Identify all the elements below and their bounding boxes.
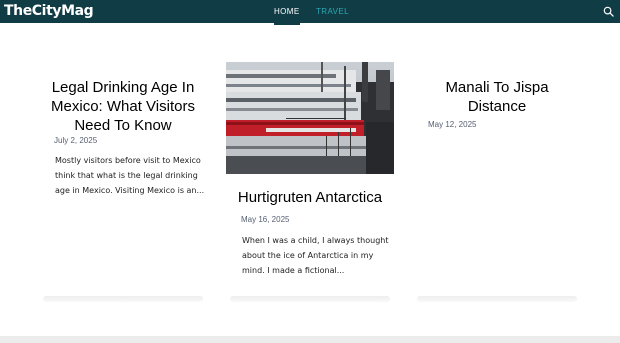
ship-image [226, 62, 394, 174]
post-date: July 2, 2025 [54, 136, 98, 145]
post-date: May 12, 2025 [428, 120, 477, 129]
search-icon[interactable] [603, 6, 614, 17]
post-excerpt: When I was a child, I always thought abo… [242, 236, 389, 275]
card-shadow [43, 296, 203, 302]
post-date: May 16, 2025 [241, 215, 290, 224]
card-shadow [230, 296, 390, 302]
post-excerpt: Mostly visitors before visit to Mexico t… [55, 156, 205, 195]
nav-home[interactable]: HOME [274, 0, 300, 25]
footer-strip [0, 336, 620, 343]
post-title[interactable]: Manali To Jispa Distance [421, 78, 573, 116]
site-header: TheCityMag HOME TRAVEL [0, 0, 620, 25]
post-title[interactable]: Hurtigruten Antarctica [226, 188, 394, 207]
post-thumbnail[interactable] [226, 62, 394, 174]
post-title[interactable]: Legal Drinking Age In Mexico: What Visit… [47, 78, 199, 135]
card-shadow [417, 296, 577, 302]
nav-travel[interactable]: TRAVEL [316, 0, 349, 23]
site-logo[interactable]: TheCityMag [4, 1, 94, 22]
